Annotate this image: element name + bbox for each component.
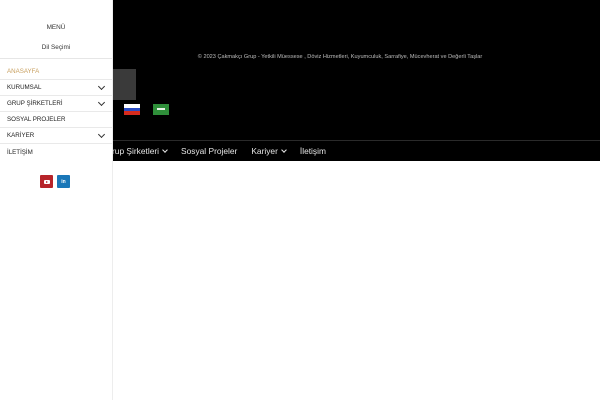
- main-nav: rup Şirketleri Sosyal Projeler Kariyer İ…: [112, 141, 340, 161]
- drawer-item-anasayfa[interactable]: ANASAYFA: [0, 64, 112, 80]
- drawer-item-iletisim[interactable]: İLETİŞİM: [0, 144, 112, 160]
- drawer-menu: ANASAYFA KURUMSAL GRUP ŞİRKETLERİ SOSYAL…: [0, 64, 112, 160]
- language-selector[interactable]: Dil Seçimi: [0, 44, 112, 51]
- drawer-item-kurumsal[interactable]: KURUMSAL: [0, 80, 112, 96]
- drawer-item-label: KURUMSAL: [7, 84, 42, 91]
- chevron-down-icon[interactable]: [97, 82, 106, 91]
- main-nav-iletisim[interactable]: İletişim: [300, 146, 326, 156]
- drawer-title: MENÜ: [46, 24, 66, 31]
- flag-saudi-arabia-icon[interactable]: [153, 104, 169, 115]
- drawer-item-sosyal-projeler[interactable]: SOSYAL PROJELER: [0, 112, 112, 128]
- linkedin-icon[interactable]: in: [57, 175, 70, 188]
- drawer-item-label: KARİYER: [7, 132, 35, 139]
- drawer-divider: [0, 58, 112, 59]
- main-nav-grup-sirketleri[interactable]: rup Şirketleri: [112, 146, 168, 156]
- drawer-item-grup-sirketleri[interactable]: GRUP ŞİRKETLERİ: [0, 96, 112, 112]
- main-nav-label: Sosyal Projeler: [181, 146, 238, 156]
- main-nav-label: İletişim: [299, 146, 326, 156]
- chevron-down-icon: [162, 146, 168, 153]
- chevron-down-icon: [281, 146, 287, 153]
- chevron-down-icon[interactable]: [97, 98, 106, 107]
- grey-box: [113, 69, 136, 100]
- youtube-icon[interactable]: [40, 175, 53, 188]
- main-nav-label: rup Şirketleri: [112, 146, 160, 156]
- main-nav-label: Kariyer: [251, 146, 278, 156]
- main-nav-kariyer[interactable]: Kariyer: [251, 146, 287, 156]
- drawer-item-label: İLETİŞİM: [7, 148, 33, 156]
- flag-russia-icon[interactable]: [124, 104, 140, 115]
- mobile-drawer: MENÜ Dil Seçimi ANASAYFA KURUMSAL GRUP Ş…: [0, 0, 113, 400]
- footer-copyright: © 2023 Çakmakçı Grup - Yetkili Müessese …: [197, 54, 483, 60]
- drawer-item-label: GRUP ŞİRKETLERİ: [7, 100, 63, 107]
- linkedin-text: in: [61, 178, 66, 185]
- drawer-item-kariyer[interactable]: KARİYER: [0, 128, 112, 144]
- chevron-down-icon[interactable]: [97, 130, 106, 139]
- main-nav-sosyal-projeler[interactable]: Sosyal Projeler: [181, 146, 237, 156]
- drawer-item-label: SOSYAL PROJELER: [7, 116, 66, 123]
- drawer-item-label: ANASAYFA: [7, 68, 40, 75]
